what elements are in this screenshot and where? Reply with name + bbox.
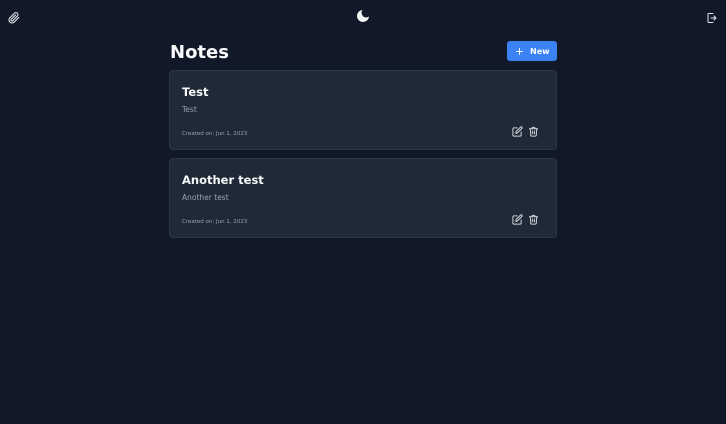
note-actions (512, 214, 539, 225)
paperclip-icon[interactable] (5, 9, 23, 27)
new-note-button[interactable]: New (507, 41, 557, 61)
notes-container: Notes New Test Test Created on: Jun 1, 2… (169, 40, 557, 246)
note-created-date: Created on: Jun 1, 2023 (182, 219, 248, 225)
note-created-date: Created on: Jun 1, 2023 (182, 131, 248, 137)
note-title: Test (182, 85, 209, 99)
trash-icon[interactable] (528, 126, 539, 137)
logout-icon[interactable] (703, 9, 721, 27)
note-body: Test (182, 105, 197, 114)
note-title: Another test (182, 173, 264, 187)
notes-header: Notes New (169, 40, 557, 63)
edit-icon[interactable] (512, 214, 523, 225)
edit-icon[interactable] (512, 126, 523, 137)
note-body: Another test (182, 193, 229, 202)
trash-icon[interactable] (528, 214, 539, 225)
note-actions (512, 126, 539, 137)
plus-icon (515, 47, 524, 56)
note-card[interactable]: Another test Another test Created on: Ju… (169, 158, 557, 238)
note-card[interactable]: Test Test Created on: Jun 1, 2023 (169, 70, 557, 150)
moon-icon[interactable] (353, 6, 373, 26)
new-button-label: New (530, 46, 550, 56)
page-title: Notes (170, 41, 229, 63)
